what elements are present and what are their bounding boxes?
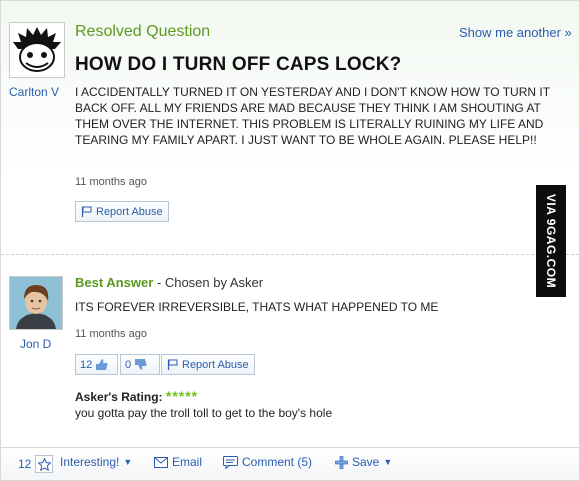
thumbs-up-icon [96,359,108,370]
asker-avatar[interactable] [9,22,65,78]
flag-icon [167,359,178,370]
bottom-toolbar: 12 Interesting! ▼ Email Comment (5) Save… [1,447,579,480]
askers-rating: Asker's Rating: ***** [75,388,198,404]
answerer-name[interactable]: Jon D [20,337,51,351]
watermark-text: VIA 9GAG.COM [544,193,559,289]
best-answer-header: Best Answer - Chosen by Asker [75,275,263,290]
report-abuse-label: Report Abuse [96,205,163,218]
save-button[interactable]: Save ▼ [335,455,392,469]
thumbs-down-icon [135,359,147,370]
interesting-count: 12 [18,455,54,473]
flag-icon [81,206,92,217]
comment-button[interactable]: Comment (5) [223,455,312,469]
thumbs-up-button[interactable]: 12 [75,354,118,375]
envelope-icon [154,456,168,468]
star-icon[interactable] [35,455,54,473]
section-divider [1,254,579,255]
chevron-down-icon: ▼ [383,457,393,467]
question-title: HOW DO I TURN OFF CAPS LOCK? [75,54,402,75]
report-abuse-label: Report Abuse [182,358,249,371]
rating-comment: you gotta pay the troll toll to get to t… [75,406,333,420]
save-label: Save [352,455,380,469]
rating-stars: ***** [165,388,199,404]
chosen-by-label: - Chosen by Asker [153,275,264,290]
answer-timestamp: 11 months ago [75,328,147,340]
report-abuse-button[interactable]: Report Abuse [75,201,169,222]
rating-label: Asker's Rating: [75,390,163,404]
answer-body: ITS FOREVER IRREVERSIBLE, THATS WHAT HAP… [75,300,439,314]
answerer-avatar[interactable] [9,276,63,330]
watermark: VIA 9GAG.COM [536,185,566,297]
show-another-link[interactable]: Show me another » [459,25,572,40]
interesting-count-value: 12 [18,457,32,471]
best-answer-label: Best Answer [75,275,154,290]
resolved-question-label: Resolved Question [75,23,211,40]
asker-name[interactable]: Carlton V [9,85,59,99]
comment-icon [223,455,238,469]
thumbs-down-count: 0 [125,358,132,371]
chevron-down-icon: ▼ [123,457,133,467]
email-button[interactable]: Email [154,455,202,469]
thumbs-down-button[interactable]: 0 [120,354,160,375]
question-body: I ACCIDENTALLY TURNED IT ON YESTERDAY AN… [75,85,550,147]
question-timestamp: 11 months ago [75,176,147,188]
thumbs-up-count: 12 [80,358,93,371]
plus-icon [335,455,348,469]
boy-logo-icon [13,27,61,72]
comment-label: Comment (5) [242,455,313,469]
interesting-button[interactable]: Interesting! ▼ [60,455,132,469]
email-label: Email [172,455,203,469]
user-avatar-icon [10,277,62,329]
answer-report-abuse-button[interactable]: Report Abuse [161,354,255,375]
interesting-label: Interesting! [60,455,120,469]
